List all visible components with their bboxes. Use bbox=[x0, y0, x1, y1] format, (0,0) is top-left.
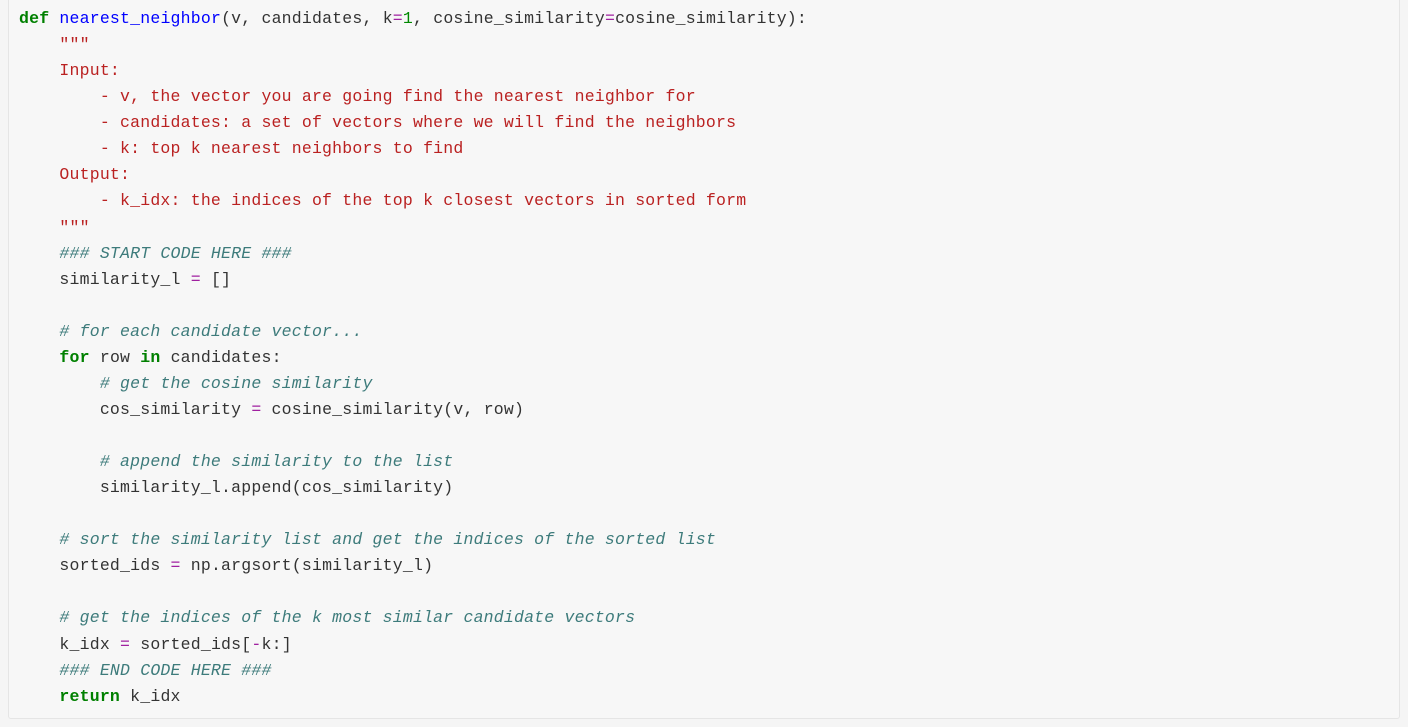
sim-l: similarity_l bbox=[19, 270, 191, 289]
kidx-l: k_idx bbox=[19, 635, 120, 654]
comment-cos: # get the cosine similarity bbox=[19, 374, 373, 393]
cos-l: cos_similarity bbox=[19, 400, 251, 419]
cos-r: cosine_similarity(v, row) bbox=[261, 400, 524, 419]
docstring-input: Input: bbox=[19, 61, 120, 80]
append-line: similarity_l.append(cos_similarity) bbox=[19, 478, 453, 497]
op-neg: - bbox=[251, 635, 261, 654]
code-block: def nearest_neighbor(v, candidates, k=1,… bbox=[8, 0, 1400, 719]
op-eq: = bbox=[393, 9, 403, 28]
kidx-r2: k:] bbox=[261, 635, 291, 654]
kidx-r1: sorted_ids[ bbox=[130, 635, 251, 654]
indent bbox=[19, 687, 59, 706]
for-rest: candidates: bbox=[160, 348, 281, 367]
return-val: k_idx bbox=[120, 687, 181, 706]
op-eq: = bbox=[191, 270, 201, 289]
op-eq: = bbox=[120, 635, 130, 654]
sort-l: sorted_ids bbox=[19, 556, 171, 575]
docstring-close: """ bbox=[19, 218, 90, 237]
params-1: (v, candidates, k bbox=[221, 9, 393, 28]
docstring-v: - v, the vector you are going find the n… bbox=[19, 87, 696, 106]
keyword-in: in bbox=[140, 348, 160, 367]
op-eq: = bbox=[171, 556, 181, 575]
keyword-for: for bbox=[59, 348, 89, 367]
docstring-output: Output: bbox=[19, 165, 130, 184]
comment-each: # for each candidate vector... bbox=[19, 322, 362, 341]
comment-kidx: # get the indices of the k most similar … bbox=[19, 608, 635, 627]
docstring-candidates: - candidates: a set of vectors where we … bbox=[19, 113, 736, 132]
comment-start: ### START CODE HERE ### bbox=[19, 244, 292, 263]
sort-r: np.argsort(similarity_l) bbox=[181, 556, 434, 575]
docstring-open: """ bbox=[19, 35, 90, 54]
comment-append: # append the similarity to the list bbox=[19, 452, 453, 471]
num-1: 1 bbox=[403, 9, 413, 28]
params-2: , cosine_similarity bbox=[413, 9, 605, 28]
docstring-kidx: - k_idx: the indices of the top k closes… bbox=[19, 191, 746, 210]
params-3: cosine_similarity): bbox=[615, 9, 807, 28]
comment-sort: # sort the similarity list and get the i… bbox=[19, 530, 716, 549]
keyword-return: return bbox=[59, 687, 120, 706]
indent bbox=[19, 348, 59, 367]
docstring-k: - k: top k nearest neighbors to find bbox=[19, 139, 463, 158]
op-eq: = bbox=[605, 9, 615, 28]
for-row: row bbox=[90, 348, 141, 367]
keyword-def: def bbox=[19, 9, 49, 28]
op-eq: = bbox=[251, 400, 261, 419]
function-name: nearest_neighbor bbox=[59, 9, 221, 28]
sim-r: [] bbox=[201, 270, 231, 289]
comment-end: ### END CODE HERE ### bbox=[19, 661, 272, 680]
